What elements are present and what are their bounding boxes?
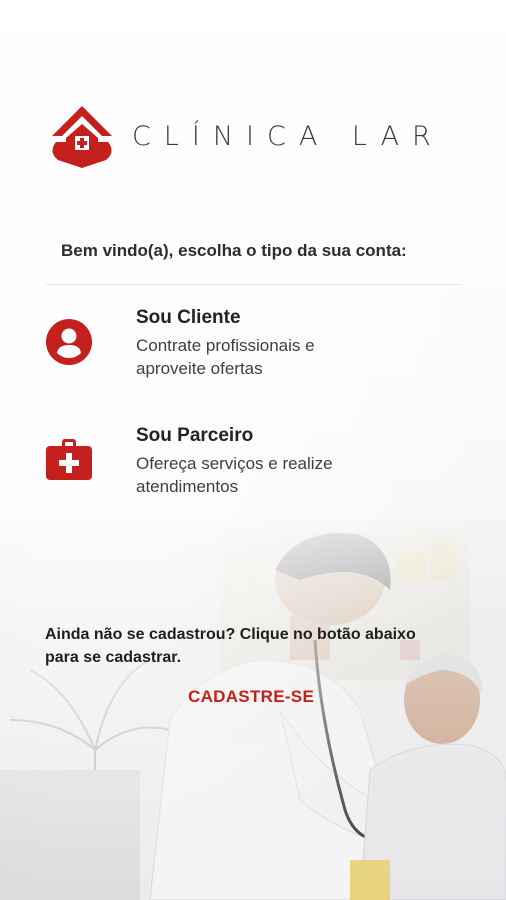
account-type-partner-option[interactable]: Sou Parceiro Ofereça serviços e realize … bbox=[0, 418, 506, 518]
signup-button[interactable]: CADASTRE-SE bbox=[188, 687, 314, 707]
client-option-title: Sou Cliente bbox=[136, 307, 241, 328]
user-circle-icon bbox=[46, 319, 92, 365]
brand-name: CLÍNICA LAR bbox=[132, 121, 444, 152]
partner-option-title: Sou Parceiro bbox=[136, 425, 254, 446]
welcome-heading: Bem vindo(a), escolha o tipo da sua cont… bbox=[61, 241, 407, 260]
signup-prompt: Ainda não se cadastrou? Clique no botão … bbox=[45, 626, 416, 666]
account-type-client-option[interactable]: Sou Cliente Contrate profissionais e apr… bbox=[0, 300, 506, 400]
medical-kit-icon bbox=[46, 439, 92, 480]
signup-screen: CLÍNICA LAR Bem vindo(a), escolha o tipo… bbox=[0, 0, 506, 900]
clinica-lar-logo-icon bbox=[52, 106, 112, 168]
doctor-patient-photo bbox=[0, 520, 506, 900]
divider bbox=[46, 284, 462, 285]
client-option-description: Contrate profissionais e aproveite ofert… bbox=[136, 336, 315, 378]
partner-option-description: Ofereça serviços e realize atendimentos bbox=[136, 454, 333, 496]
